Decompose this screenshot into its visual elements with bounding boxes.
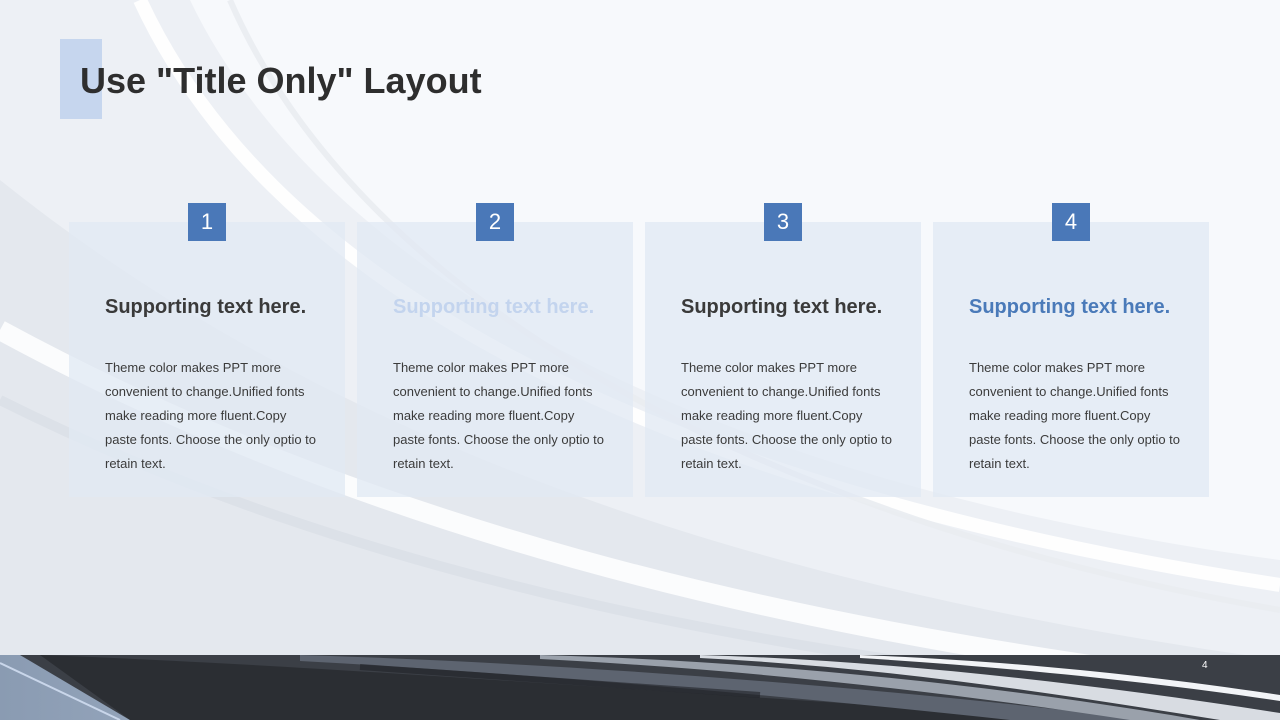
card-body-text: Theme color makes PPT more convenient to…: [105, 360, 317, 471]
card-heading: Supporting text here.: [393, 296, 595, 318]
card-number-badge: 3: [764, 203, 802, 241]
card-3: 3 Supporting text here. Theme color make…: [645, 203, 921, 497]
card-body-text: Theme color makes PPT more convenient to…: [681, 360, 893, 471]
page-number: 4: [1202, 660, 1208, 671]
card-4: 4 Supporting text here. Theme color make…: [933, 203, 1209, 497]
card-number-badge: 2: [476, 203, 514, 241]
card-body-text: Theme color makes PPT more convenient to…: [969, 360, 1181, 471]
card-number-badge: 4: [1052, 203, 1090, 241]
slide-title: Use "Title Only" Layout: [80, 60, 482, 101]
card-body-text: Theme color makes PPT more convenient to…: [393, 360, 605, 471]
card-number-badge: 1: [188, 203, 226, 241]
card-1: 1 Supporting text here. Theme color make…: [69, 203, 345, 497]
card-heading: Supporting text here.: [105, 296, 307, 318]
slide: Use "Title Only" Layout 1 Supporting tex…: [0, 0, 1280, 720]
card-heading: Supporting text here.: [681, 296, 883, 318]
card-heading: Supporting text here.: [969, 296, 1171, 318]
architecture-photo-strip: [0, 655, 1280, 720]
card-2: 2 Supporting text here. Theme color make…: [357, 203, 633, 497]
